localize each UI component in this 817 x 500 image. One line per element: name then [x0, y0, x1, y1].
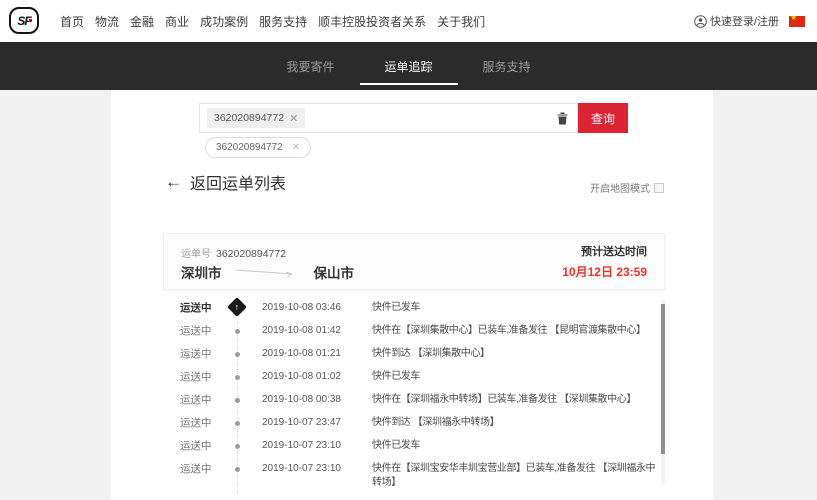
search-history-value: 362020894772 [216, 142, 283, 153]
china-flag-icon[interactable]: ★ [789, 16, 805, 27]
login-register-link[interactable]: 快速登录/注册 [694, 0, 779, 42]
timeline-list: 运送中 ↑ 2019-10-08 03:46 快件已发车 运送中 2019-10-08 0… [111, 296, 713, 500]
timeline-row: 运送中 2019-10-08 00:38 快件在【深圳福永中转场】已装车,准备发往 … [111, 388, 713, 411]
timeline-scrollbar-track[interactable] [661, 300, 665, 485]
nav-item[interactable]: 商业 [165, 13, 189, 30]
main-content: 362020894772 ✕ 查询 362020894772 ✕ ← 返回运单列… [111, 90, 713, 500]
timeline-row: 运送中 2019-10-07 23:10 快件已发车 [111, 434, 713, 457]
timeline-dot-icon [230, 439, 245, 453]
timeline-row: 运送中 2019-10-08 01:21 快件到达 【深圳集散中心】 [111, 342, 713, 365]
timeline-time: 2019-10-08 01:42 [262, 325, 341, 336]
service-tabbar: 我要寄件 运单追踪 服务支持 [0, 42, 817, 90]
waybill-number-value: 362020894772 [216, 248, 287, 260]
timeline-description: 快件在【深圳集散中心】已装车,准备发往 【昆明官渡集散中心】 [372, 325, 646, 336]
timeline-description: 快件已发车 [372, 440, 420, 451]
timeline-dot-icon [230, 393, 245, 407]
search-history-chip[interactable]: 362020894772 ✕ [205, 137, 312, 158]
timeline-scrollbar-thumb[interactable] [661, 304, 665, 454]
timeline-row: 运送中 2019-10-08 01:02 快件已发车 [111, 365, 713, 388]
timeline-dot-icon [230, 347, 245, 361]
current-location-icon: ↑ [227, 297, 247, 317]
nav-item[interactable]: 关于我们 [437, 13, 485, 30]
timeline-description: 快件已发车 [372, 371, 420, 382]
timeline-status: 运送中 [180, 463, 212, 475]
timeline-row: 运送中 2019-10-07 23:47 快件到达 【深圳福永中转场】 [111, 411, 713, 434]
eta-value: 10月12日 23:59 [562, 265, 647, 279]
tracking-number-input[interactable]: 362020894772 ✕ [199, 103, 578, 133]
timeline-description: 快件到达 【深圳福永中转场】 [372, 417, 500, 428]
timeline-dot-icon [230, 370, 245, 384]
timeline-row: 运送中 2019-10-08 01:42 快件在【深圳集散中心】已装车,准备发往 【… [111, 319, 713, 342]
person-circle-icon [694, 14, 707, 28]
timeline-dot-icon [230, 416, 245, 430]
map-mode-label: 开启地图模式 [590, 184, 650, 195]
tracking-number-chip-value: 362020894772 [214, 112, 285, 124]
timeline-status: 运送中 [180, 371, 212, 383]
main-nav: 首页 物流 金融 商业 成功案例 服务支持 顺丰控股投资者关系 关于我们 [60, 0, 485, 42]
timeline-status: 运送中 [180, 394, 212, 406]
timeline-time: 2019-10-08 01:02 [262, 371, 341, 382]
timeline-description: 快件在【深圳福永中转场】已装车,准备发往 【深圳集散中心】 [372, 394, 636, 405]
map-mode-toggle: 开启地图模式 [590, 180, 664, 195]
nav-item[interactable]: 成功案例 [200, 13, 248, 30]
route-arrow-icon [235, 269, 292, 277]
timeline-status: 运送中 [180, 417, 212, 429]
back-to-waybill-list[interactable]: ← 返回运单列表 [165, 170, 286, 194]
waybill-card: 运单号 362020894772 深圳市 保山市 预计送达时间 10月12日 2… [163, 233, 665, 290]
login-register-label: 快速登录/注册 [709, 16, 779, 28]
destination-city: 保山市 [313, 266, 355, 281]
nav-item[interactable]: 服务支持 [259, 13, 307, 30]
eta-label: 预计送达时间 [581, 246, 647, 258]
chip-remove-icon[interactable]: ✕ [289, 112, 298, 125]
timeline-description: 快件到达 【深圳集散中心】 [372, 348, 490, 359]
timeline-time: 2019-10-08 01:21 [262, 348, 341, 359]
sf-logo[interactable]: SF [9, 7, 39, 34]
waybill-number-line: 运单号 362020894772 [181, 245, 286, 260]
timeline-time: 2019-10-07 23:47 [262, 417, 341, 428]
timeline-time: 2019-10-07 23:10 [262, 463, 341, 474]
nav-item[interactable]: 顺丰控股投资者关系 [318, 13, 426, 30]
timeline-dot-icon [230, 324, 245, 338]
timeline-dot-icon [230, 462, 245, 476]
timeline-time: 2019-10-08 03:46 [262, 302, 341, 313]
tab[interactable]: 运单追踪 [359, 58, 458, 85]
origin-city: 深圳市 [181, 266, 222, 281]
nav-item[interactable]: 金融 [130, 13, 154, 30]
query-button[interactable]: 查询 [578, 103, 628, 133]
timeline-status: 运送中 [180, 302, 212, 314]
timeline-status: 运送中 [180, 325, 212, 337]
tab[interactable]: 服务支持 [458, 58, 556, 75]
map-mode-checkbox[interactable] [654, 182, 664, 193]
back-label: 返回运单列表 [190, 176, 287, 193]
tab[interactable]: 我要寄件 [262, 58, 360, 75]
eta-block: 预计送达时间 10月12日 23:59 [562, 243, 647, 280]
timeline-description: 快件已发车 [372, 302, 420, 313]
back-arrow-icon: ← [165, 172, 182, 191]
timeline-row: 运送中 2019-10-07 23:10 快件在【深圳宝安华丰圳宝营业部】已装车,准… [111, 457, 713, 494]
timeline-time: 2019-10-07 23:10 [262, 440, 341, 451]
trash-icon[interactable] [557, 112, 568, 130]
nav-item[interactable]: 物流 [95, 13, 119, 30]
timeline-description: 快件在【深圳宝安华丰圳宝营业部】已装车,准备发往 【深圳福永中转场】 [372, 463, 656, 488]
tracking-number-chip: 362020894772 ✕ [207, 108, 306, 128]
history-remove-icon[interactable]: ✕ [292, 142, 300, 153]
timeline-time: 2019-10-08 00:38 [262, 394, 341, 405]
timeline-row: 运送中 ↑ 2019-10-08 03:46 快件已发车 [111, 296, 713, 319]
timeline-status: 运送中 [180, 348, 212, 360]
nav-item[interactable]: 首页 [60, 13, 84, 30]
sf-logo-text: SF [17, 13, 33, 28]
waybill-number-label: 运单号 [181, 249, 211, 260]
timeline-status: 运送中 [180, 440, 212, 452]
top-header: SF 首页 物流 金融 商业 成功案例 服务支持 顺丰控股投资者关系 关于我们 快速登录/注册… [0, 0, 817, 42]
route: 深圳市 保山市 [181, 262, 354, 282]
